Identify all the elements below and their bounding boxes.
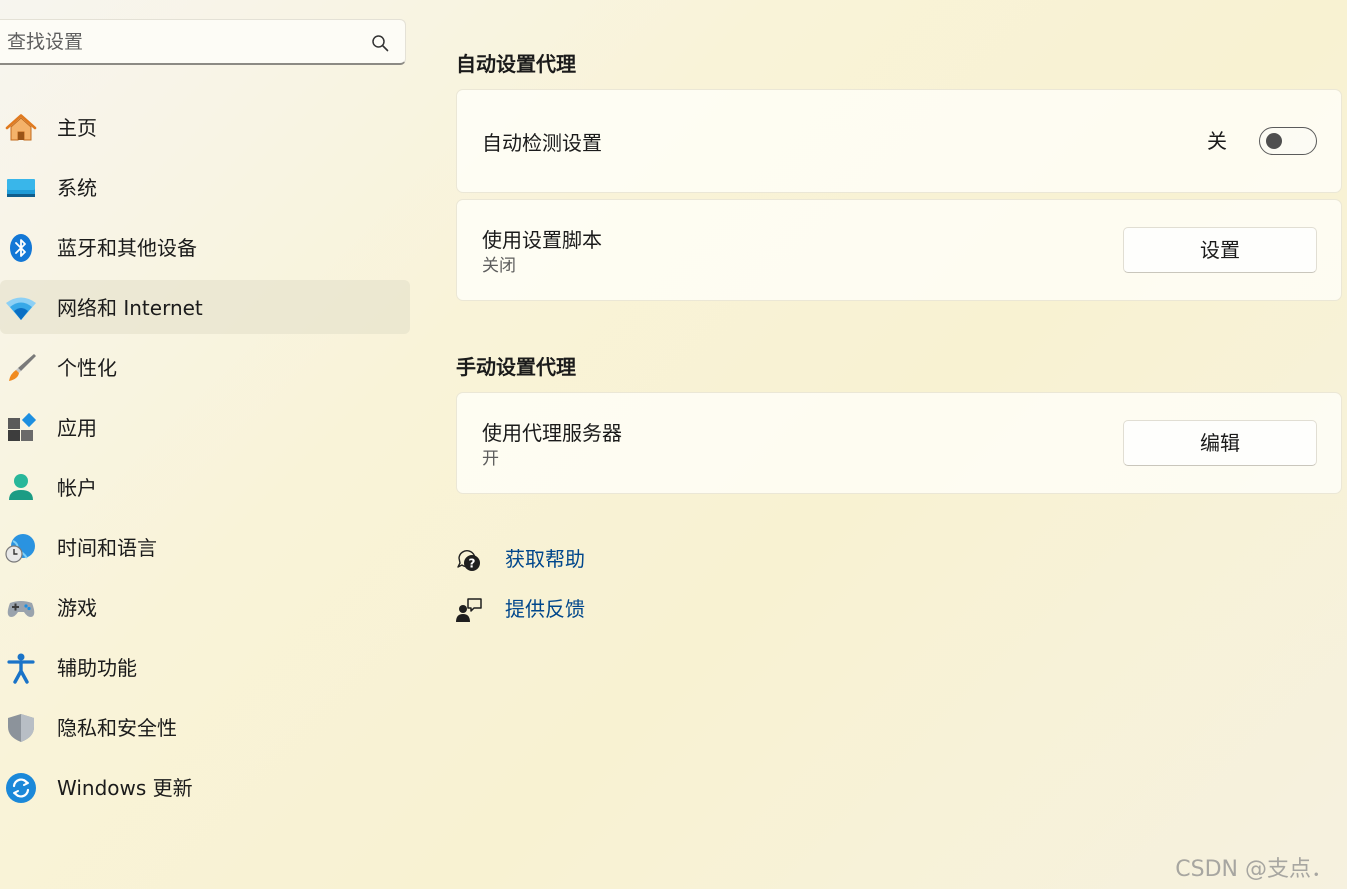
gamepad-icon	[7, 601, 35, 617]
help-chat-icon: ?	[457, 550, 480, 571]
update-icon	[6, 773, 36, 803]
sidebar-item-accounts[interactable]: 帐户	[0, 460, 410, 514]
sidebar-item-label: Windows 更新	[57, 776, 193, 800]
sidebar-item-network[interactable]: 网络和 Internet	[0, 280, 410, 334]
sidebar-item-apps[interactable]: 应用	[0, 400, 410, 454]
feedback-icon	[456, 598, 482, 622]
sidebar-item-label: 系统	[57, 176, 97, 200]
proxy-server-label: 使用代理服务器	[482, 421, 622, 445]
bluetooth-icon	[10, 234, 32, 262]
search-icon[interactable]	[371, 34, 389, 52]
brush-icon	[9, 354, 36, 381]
sidebar-nav: 主页 系统 蓝牙和其他设备 网络和 Internet 个性化 应用 帐户 时间和…	[0, 100, 410, 820]
toggle-knob	[1266, 133, 1282, 149]
sidebar-item-label: 时间和语言	[57, 536, 157, 560]
sidebar-item-windows-update[interactable]: Windows 更新	[0, 760, 410, 814]
search-input[interactable]	[7, 20, 347, 64]
sidebar-item-time-language[interactable]: 时间和语言	[0, 520, 410, 574]
setup-script-status: 关闭	[482, 256, 516, 276]
setup-script-card: 使用设置脚本 关闭 设置	[456, 199, 1342, 301]
proxy-server-card: 使用代理服务器 开 编辑	[456, 392, 1342, 494]
sidebar-item-privacy[interactable]: 隐私和安全性	[0, 700, 410, 754]
sidebar-item-personalization[interactable]: 个性化	[0, 340, 410, 394]
accessibility-icon	[7, 653, 35, 684]
sidebar-item-system[interactable]: 系统	[0, 160, 410, 214]
search-box[interactable]	[0, 19, 406, 65]
sidebar-item-gaming[interactable]: 游戏	[0, 580, 410, 634]
sidebar-item-label: 游戏	[57, 596, 97, 620]
auto-detect-state: 关	[1207, 129, 1227, 153]
feedback-link[interactable]: 提供反馈	[505, 596, 585, 622]
globe-clock-icon	[5, 534, 35, 563]
account-icon	[9, 474, 33, 500]
manual-proxy-heading: 手动设置代理	[456, 355, 576, 379]
sidebar-item-accessibility[interactable]: 辅助功能	[0, 640, 410, 694]
auto-proxy-heading: 自动设置代理	[456, 52, 576, 76]
watermark: CSDN @支点．	[1175, 857, 1333, 882]
sidebar-item-label: 网络和 Internet	[57, 296, 203, 320]
sidebar-item-label: 蓝牙和其他设备	[57, 236, 197, 260]
sidebar-item-label: 主页	[57, 116, 97, 140]
svg-text:?: ?	[469, 557, 476, 571]
home-icon	[5, 114, 37, 141]
get-help-link[interactable]: 获取帮助	[505, 546, 585, 572]
apps-icon	[8, 412, 37, 441]
auto-detect-card: 自动检测设置 关	[456, 89, 1342, 193]
sidebar-item-label: 辅助功能	[57, 656, 137, 680]
sidebar-item-bluetooth[interactable]: 蓝牙和其他设备	[0, 220, 410, 274]
sidebar-item-label: 隐私和安全性	[57, 716, 177, 740]
edit-proxy-button[interactable]: 编辑	[1123, 420, 1317, 466]
auto-detect-toggle[interactable]	[1259, 127, 1317, 155]
setup-script-button[interactable]: 设置	[1123, 227, 1317, 273]
sidebar-item-label: 个性化	[57, 356, 117, 380]
wifi-icon	[6, 297, 36, 320]
setup-script-label: 使用设置脚本	[482, 228, 602, 252]
sidebar-item-home[interactable]: 主页	[0, 100, 410, 154]
sidebar-item-label: 帐户	[57, 476, 97, 500]
shield-icon	[8, 714, 34, 742]
proxy-server-status: 开	[482, 449, 499, 469]
sidebar-item-label: 应用	[57, 416, 97, 440]
system-icon	[7, 179, 35, 197]
auto-detect-label: 自动检测设置	[482, 131, 602, 155]
